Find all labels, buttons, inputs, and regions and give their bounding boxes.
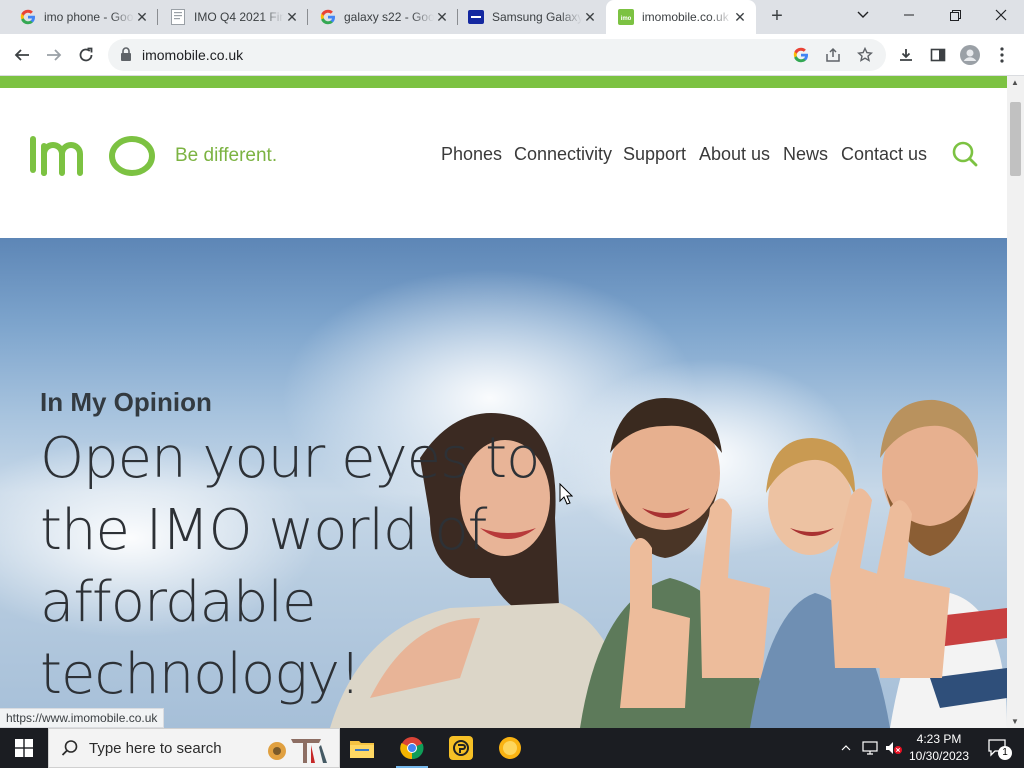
nav-about-us[interactable]: About us (699, 144, 770, 165)
tab-imo-q4-2021[interactable]: IMO Q4 2021 Financial ✕ (158, 0, 308, 34)
tab-title: imo phone - Google Search (44, 10, 134, 24)
imo-icon: imo (618, 9, 634, 25)
chrome-icon[interactable] (388, 728, 436, 768)
chevron-down-icon (857, 11, 869, 18)
hero-headline: Open your eyes to the IMO world of affor… (40, 426, 540, 707)
new-tab-button[interactable]: + (764, 5, 790, 29)
menu-button[interactable] (988, 41, 1016, 69)
samsung-icon (468, 9, 484, 25)
clock-time: 4:23 PM (916, 732, 962, 746)
scrollbar-thumb[interactable] (1010, 102, 1021, 176)
url-text[interactable]: imomobile.co.uk (142, 47, 243, 63)
side-panel-button[interactable] (924, 41, 952, 69)
tab-samsung-galaxy[interactable]: Samsung Galaxy S22 ✕ (456, 0, 606, 34)
tab-imo-phone-search[interactable]: imo phone - Google Search ✕ (8, 0, 158, 34)
scroll-up-arrow-icon[interactable]: ▲ (1011, 78, 1019, 87)
file-explorer-icon[interactable] (338, 728, 386, 768)
reload-icon (79, 47, 93, 62)
windows-logo-icon (15, 739, 33, 757)
tab-galaxy-s22-search[interactable]: galaxy s22 - Google Search ✕ (308, 0, 458, 34)
imo-logo-icon (30, 136, 155, 176)
arrow-right-icon (47, 49, 62, 61)
bookmark-star-icon[interactable] (854, 44, 876, 66)
lock-icon[interactable] (120, 47, 132, 67)
taskbar-search-box[interactable]: Type here to search (48, 728, 340, 768)
profile-button[interactable] (956, 41, 984, 69)
close-icon[interactable]: ✕ (134, 9, 150, 25)
google-icon (320, 9, 336, 25)
restore-icon (949, 9, 961, 21)
yellow-app-icon[interactable] (437, 728, 485, 768)
clock-date: 10/30/2023 (908, 749, 970, 763)
tab-search-button[interactable] (840, 0, 886, 30)
share-icon[interactable] (822, 44, 844, 66)
restore-button[interactable] (932, 0, 978, 30)
google-lens-icon[interactable] (790, 44, 812, 66)
tab-strip: imo phone - Google Search ✕ IMO Q4 2021 … (0, 0, 1024, 34)
tab-title: IMO Q4 2021 Financial (194, 10, 284, 24)
imo-logo[interactable] (28, 132, 158, 181)
minimize-button[interactable] (886, 0, 932, 30)
network-icon[interactable] (860, 728, 880, 768)
tools-search-highlight-icon (268, 739, 327, 763)
taskbar-clock[interactable]: 4:23 PM 10/30/2023 (906, 731, 972, 765)
close-icon (995, 9, 1007, 21)
nav-news[interactable]: News (783, 144, 828, 165)
volume-muted-icon[interactable] (884, 728, 904, 768)
brand-bar (0, 76, 1007, 88)
show-hidden-icons-button[interactable] (838, 728, 854, 768)
search-icon (61, 740, 78, 756)
notification-count-badge: 1 (998, 746, 1012, 760)
action-center-button[interactable]: 1 (978, 728, 1018, 768)
reload-button[interactable] (72, 41, 100, 69)
close-icon[interactable]: ✕ (284, 9, 300, 25)
side-panel-icon (930, 48, 946, 62)
close-icon[interactable]: ✕ (434, 9, 450, 25)
scroll-down-arrow-icon[interactable]: ▼ (1011, 717, 1019, 726)
search-icon[interactable] (951, 140, 979, 173)
tab-title: Samsung Galaxy S22 (492, 10, 582, 24)
avatar-icon (960, 45, 980, 65)
browser-toolbar: imomobile.co.uk (0, 34, 1024, 76)
page-scrollbar[interactable]: ▲ ▼ (1007, 76, 1024, 728)
nav-phones[interactable]: Phones (441, 144, 502, 165)
mouse-cursor-icon (559, 483, 573, 505)
nav-connectivity[interactable]: Connectivity (514, 144, 612, 165)
google-icon (20, 9, 36, 25)
chevron-up-icon (841, 745, 851, 751)
close-icon[interactable]: ✕ (732, 9, 748, 25)
address-bar[interactable]: imomobile.co.uk (108, 39, 886, 71)
arrow-left-icon (14, 49, 29, 61)
tab-title: galaxy s22 - Google Search (344, 10, 434, 24)
forward-button[interactable] (40, 41, 68, 69)
back-button[interactable] (8, 41, 36, 69)
nav-contact-us[interactable]: Contact us (841, 144, 927, 165)
tab-imomobile[interactable]: imo imomobile.co.uk ✕ (606, 0, 756, 34)
link-status-bar: https://www.imomobile.co.uk (0, 708, 165, 728)
tab-title: imomobile.co.uk (642, 10, 729, 24)
windows-taskbar: Type here to search 4:23 PM 10/30/2023 1 (0, 728, 1024, 768)
web-page: Be different. Phones Connectivity Suppor… (0, 76, 1007, 728)
taskbar-search-placeholder: Type here to search (89, 740, 222, 757)
hero-banner: In My Opinion Open your eyes to the IMO … (0, 238, 1007, 728)
minimize-icon (904, 14, 914, 16)
hero-eyebrow: In My Opinion (40, 387, 212, 417)
close-window-button[interactable] (978, 0, 1024, 30)
svg-text:imo: imo (621, 16, 632, 22)
document-thumbnail-icon (170, 9, 186, 25)
download-button[interactable] (892, 41, 920, 69)
start-button[interactable] (0, 728, 48, 768)
kebab-menu-icon (1000, 47, 1004, 63)
download-icon (900, 49, 912, 61)
yellow-circle-app-icon[interactable] (486, 728, 534, 768)
close-icon[interactable]: ✕ (582, 9, 598, 25)
nav-support[interactable]: Support (623, 144, 686, 165)
tagline: Be different. (175, 145, 278, 166)
